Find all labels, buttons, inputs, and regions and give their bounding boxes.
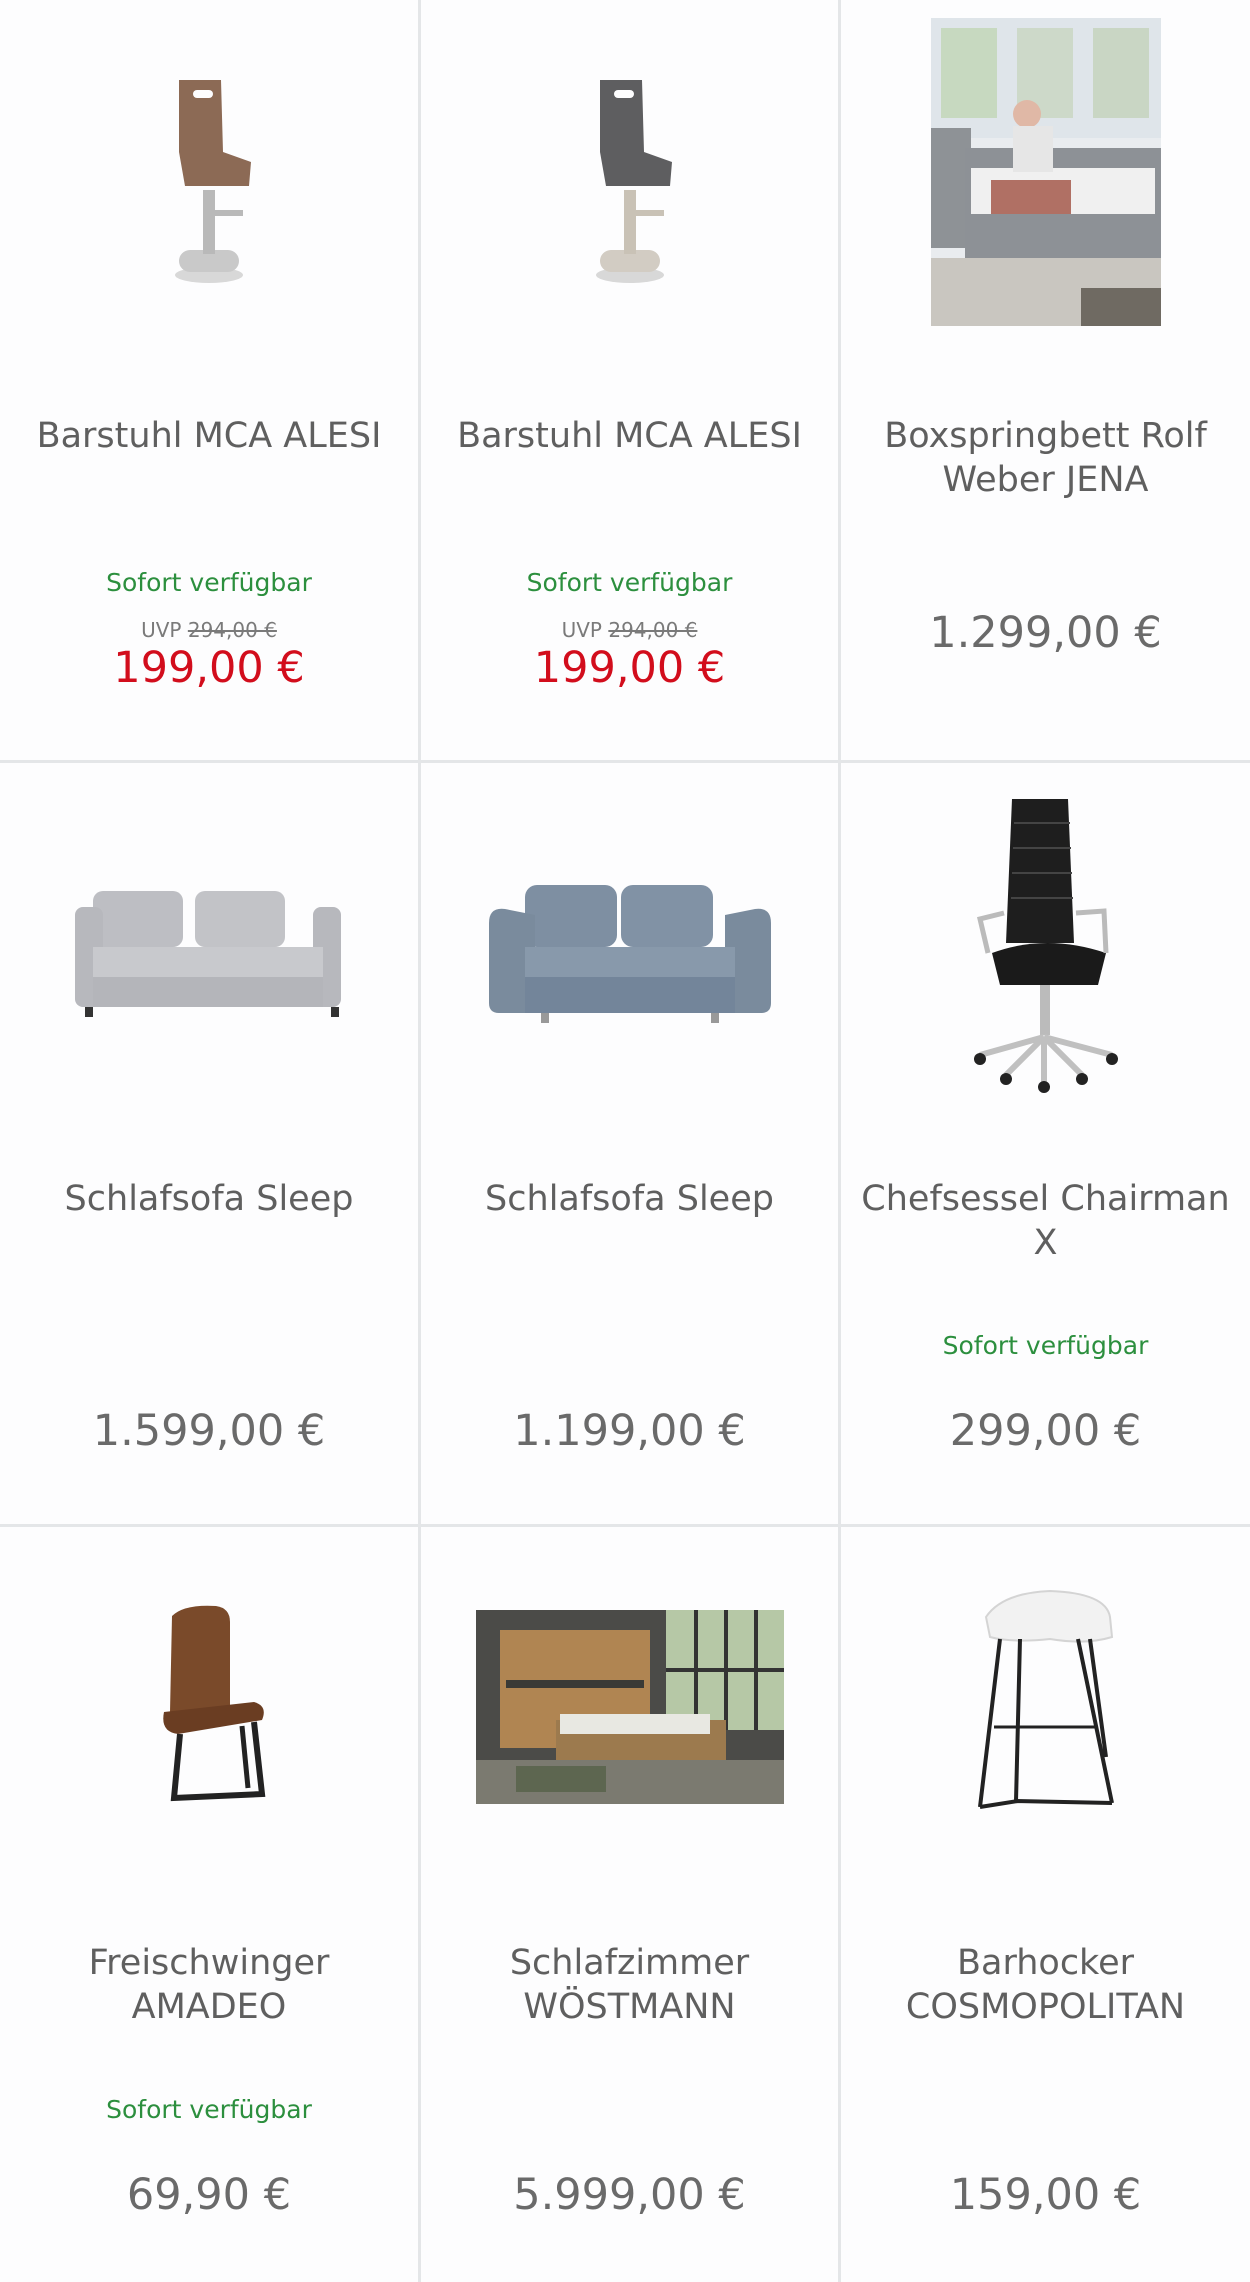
price: 69,90 € bbox=[126, 2170, 292, 2220]
price: 1.199,00 € bbox=[513, 1406, 746, 1456]
product-card[interactable]: Schlafsofa Sleep 1.199,00 € bbox=[421, 763, 838, 1524]
availability-label: Sofort verfügbar bbox=[526, 568, 733, 597]
product-card[interactable]: Schlafzimmer WÖSTMANN 5.999,00 € bbox=[421, 1527, 838, 2282]
product-card[interactable]: Schlafsofa Sleep 1.599,00 € bbox=[0, 763, 418, 1524]
product-image[interactable] bbox=[0, 1527, 418, 1887]
availability-label: Sofort verfügbar bbox=[942, 1331, 1149, 1360]
product-name[interactable]: Schlafzimmer WÖSTMANN bbox=[441, 1941, 818, 2029]
bar-stool-brown-image bbox=[175, 80, 251, 283]
product-name[interactable]: Schlafsofa Sleep bbox=[441, 1177, 818, 1221]
uvp-label: UVP 294,00 € bbox=[421, 618, 838, 642]
price: 1.599,00 € bbox=[92, 1406, 326, 1456]
office-chair-image bbox=[973, 799, 1118, 1093]
product-name[interactable]: Barstuhl MCA ALESI bbox=[441, 414, 818, 458]
product-name[interactable]: Freischwinger AMADEO bbox=[20, 1941, 398, 2029]
product-card[interactable]: Barstuhl MCA ALESI Sofort verfügbar UVP … bbox=[421, 0, 838, 760]
product-card[interactable]: Freischwinger AMADEO Sofort verfügbar 69… bbox=[0, 1527, 418, 2282]
price: 159,00 € bbox=[949, 2170, 1142, 2220]
product-card[interactable]: Chefsessel Chairman X Sofort verfügbar 2… bbox=[841, 763, 1250, 1524]
uvp-prefix: UVP bbox=[561, 618, 602, 642]
boxspring-bed-photo bbox=[930, 18, 1161, 326]
product-card[interactable]: Boxspringbett Rolf Weber JENA 1.299,00 € bbox=[841, 0, 1250, 760]
product-image[interactable] bbox=[421, 0, 838, 360]
product-name[interactable]: Chefsessel Chairman X bbox=[861, 1177, 1230, 1265]
product-image[interactable] bbox=[841, 1527, 1250, 1887]
availability-label: Sofort verfügbar bbox=[106, 2095, 312, 2124]
product-image[interactable] bbox=[0, 0, 418, 360]
sale-price: 199,00 € bbox=[533, 643, 726, 693]
product-card[interactable]: Barstuhl MCA ALESI Sofort verfügbar UVP … bbox=[0, 0, 418, 760]
price: 1.299,00 € bbox=[929, 608, 1162, 658]
cantilever-chair-image bbox=[163, 1605, 266, 1802]
availability-label: Sofort verfügbar bbox=[106, 568, 312, 597]
product-grid: Barstuhl MCA ALESI Sofort verfügbar UVP … bbox=[0, 0, 1250, 2282]
product-name[interactable]: Barstuhl MCA ALESI bbox=[20, 414, 398, 458]
sale-price: 199,00 € bbox=[113, 643, 305, 693]
bar-stool-grey-image bbox=[595, 80, 672, 283]
sofa-blue-grey-image bbox=[488, 885, 771, 1023]
sofa-light-grey-image bbox=[75, 891, 341, 1017]
price: 5.999,00 € bbox=[513, 2170, 746, 2220]
product-name[interactable]: Boxspringbett Rolf Weber JENA bbox=[861, 414, 1230, 502]
product-image[interactable] bbox=[421, 763, 838, 1123]
uvp-prefix: UVP bbox=[141, 618, 182, 642]
uvp-old-price: 294,00 € bbox=[608, 618, 698, 642]
uvp-label: UVP 294,00 € bbox=[0, 618, 418, 642]
product-image[interactable] bbox=[0, 763, 418, 1123]
bedroom-set-photo bbox=[475, 1610, 784, 1804]
product-card[interactable]: Barhocker COSMOPOLITAN 159,00 € bbox=[841, 1527, 1250, 2282]
uvp-old-price: 294,00 € bbox=[187, 618, 277, 642]
product-image[interactable] bbox=[841, 0, 1250, 378]
product-name[interactable]: Schlafsofa Sleep bbox=[20, 1177, 398, 1221]
product-image[interactable] bbox=[421, 1527, 838, 1887]
product-name[interactable]: Barhocker COSMOPOLITAN bbox=[861, 1941, 1230, 2029]
white-bar-stool-image bbox=[977, 1589, 1114, 1809]
price: 299,00 € bbox=[949, 1406, 1142, 1456]
product-image[interactable] bbox=[841, 763, 1250, 1123]
